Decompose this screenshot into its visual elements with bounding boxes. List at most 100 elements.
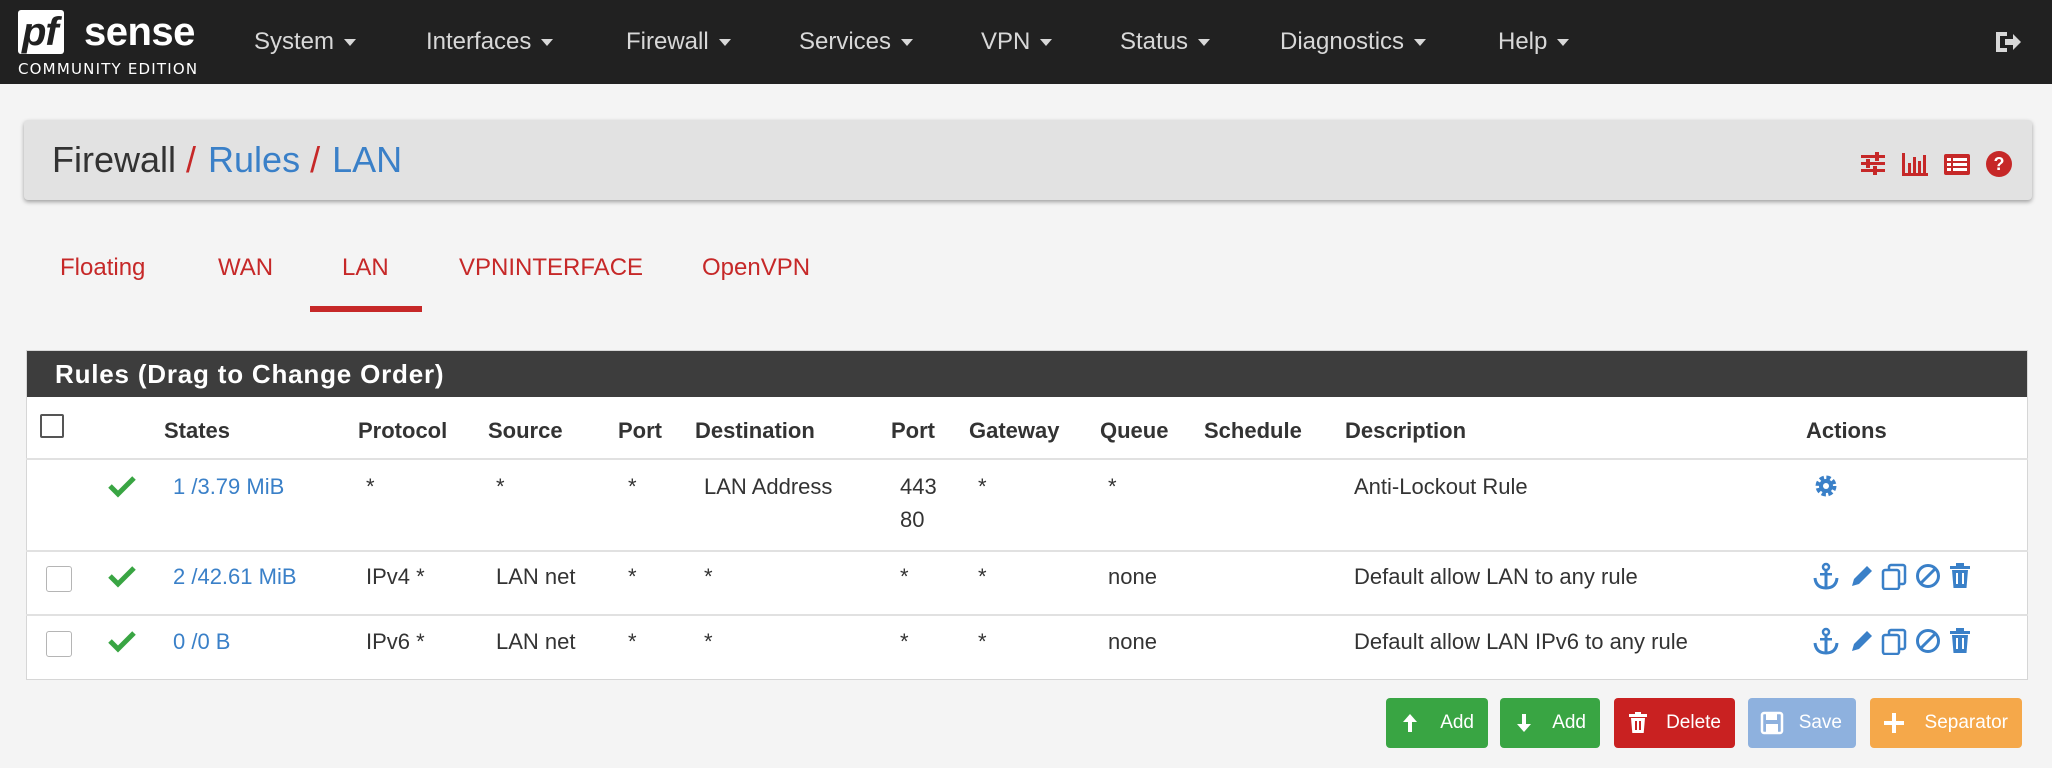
- column-header-states[interactable]: States: [164, 418, 230, 444]
- delete-button[interactable]: Delete: [1614, 698, 1735, 748]
- add-rule-bottom-button[interactable]: Add: [1500, 698, 1600, 748]
- nav-diagnostics-menu[interactable]: Diagnostics: [1280, 0, 1427, 84]
- rule-source-port: *: [628, 564, 637, 589]
- list-icon[interactable]: [1942, 146, 1972, 176]
- row-select-checkbox[interactable]: [46, 566, 72, 592]
- rule-gateway: *: [978, 474, 987, 499]
- rule-source: LAN net: [496, 629, 576, 654]
- nav-services-menu[interactable]: Services: [799, 0, 914, 84]
- rule-queue: none: [1108, 629, 1157, 654]
- ban-icon[interactable]: [1914, 562, 1942, 590]
- nav-help-label: Help: [1498, 28, 1548, 55]
- tab-wan[interactable]: WAN: [218, 254, 273, 314]
- rule-destination: LAN Address: [704, 474, 833, 499]
- separator-label: Separator: [1924, 712, 2008, 733]
- gear-icon[interactable]: [1812, 472, 1840, 500]
- nav-status-menu[interactable]: Status: [1120, 0, 1211, 84]
- top-navbar: pf sense COMMUNITY EDITION System Interf…: [0, 0, 2052, 84]
- caret-down-icon: [344, 38, 357, 46]
- nav-services-label: Services: [799, 28, 892, 55]
- anchor-icon[interactable]: [1812, 627, 1840, 655]
- pencil-icon[interactable]: [1848, 562, 1876, 590]
- logo-sense: sense: [84, 10, 195, 54]
- arrow-up-icon: [1403, 714, 1417, 732]
- copy-icon[interactable]: [1880, 562, 1908, 590]
- rule-source-port: *: [628, 629, 637, 654]
- caret-down-icon: [1557, 38, 1570, 46]
- check-icon: [108, 476, 136, 498]
- column-header-actions: Actions: [1806, 418, 1887, 443]
- rules-panel: Rules (Drag to Change Order): [26, 350, 2028, 680]
- tab-floating[interactable]: Floating: [60, 254, 145, 314]
- nav-firewall-menu[interactable]: Firewall: [626, 0, 731, 84]
- nav-system-menu[interactable]: System: [254, 0, 357, 84]
- rules-panel-heading: Rules (Drag to Change Order): [27, 351, 2027, 397]
- table-divider: [26, 614, 2028, 616]
- sign-out-icon[interactable]: [1992, 26, 2024, 58]
- rule-queue: none: [1108, 564, 1157, 589]
- column-header-protocol[interactable]: Protocol: [358, 418, 447, 444]
- separator-button[interactable]: Separator: [1870, 698, 2022, 748]
- select-all-checkbox[interactable]: [40, 414, 64, 438]
- nav-status-label: Status: [1120, 28, 1189, 55]
- tab-vpninterface[interactable]: VPNINTERFACE: [459, 254, 643, 314]
- breadcrumb-rules-link[interactable]: Rules: [208, 139, 300, 181]
- column-header-queue[interactable]: Queue: [1100, 418, 1168, 444]
- trash-icon[interactable]: [1946, 562, 1974, 590]
- table-divider: [26, 458, 2028, 460]
- table-divider: [26, 550, 2028, 552]
- add-bottom-label: Add: [1552, 712, 1586, 733]
- rule-gateway: *: [978, 629, 987, 654]
- column-header-source-port[interactable]: Port: [618, 418, 662, 444]
- svg-text:?: ?: [1994, 154, 2005, 174]
- column-header-schedule[interactable]: Schedule: [1204, 418, 1302, 444]
- column-header-destination[interactable]: Destination: [695, 418, 815, 444]
- rule-states-link[interactable]: 0 /0 B: [173, 629, 230, 655]
- ban-icon[interactable]: [1914, 627, 1942, 655]
- rule-gateway: *: [978, 564, 987, 589]
- add-rule-top-button[interactable]: Add: [1386, 698, 1488, 748]
- rule-states-link[interactable]: 1 /3.79 MiB: [173, 474, 284, 500]
- trash-icon[interactable]: [1946, 627, 1974, 655]
- nav-vpn-menu[interactable]: VPN: [981, 0, 1053, 84]
- anchor-icon[interactable]: [1812, 562, 1840, 590]
- column-header-gateway[interactable]: Gateway: [969, 418, 1060, 444]
- breadcrumb: Firewall / Rules / LAN ?: [24, 120, 2032, 200]
- breadcrumb-separator: /: [186, 139, 197, 180]
- rule-source: LAN net: [496, 564, 576, 589]
- column-header-source[interactable]: Source: [488, 418, 563, 444]
- copy-icon[interactable]: [1880, 627, 1908, 655]
- active-tab-indicator: [310, 306, 422, 312]
- pfsense-logo[interactable]: pf sense COMMUNITY EDITION: [18, 10, 208, 78]
- logo-edition: COMMUNITY EDITION: [18, 60, 199, 78]
- check-icon: [108, 566, 136, 588]
- tab-lan[interactable]: LAN: [342, 254, 389, 314]
- rule-states-link[interactable]: 2 /42.61 MiB: [173, 564, 297, 590]
- row-select-checkbox[interactable]: [46, 631, 72, 657]
- caret-down-icon: [901, 38, 914, 46]
- rule-description: Default allow LAN IPv6 to any rule: [1354, 629, 1688, 654]
- plus-icon: [1884, 713, 1904, 733]
- nav-help-menu[interactable]: Help: [1498, 0, 1570, 84]
- tab-openvpn[interactable]: OpenVPN: [702, 254, 810, 314]
- nav-diagnostics-label: Diagnostics: [1280, 28, 1405, 55]
- rule-description: Default allow LAN to any rule: [1354, 564, 1638, 589]
- bar-chart-icon[interactable]: [1900, 146, 1930, 176]
- column-header-dest-port[interactable]: Port: [891, 418, 935, 444]
- rule-source: *: [496, 474, 505, 499]
- column-header-description[interactable]: Description: [1345, 418, 1466, 444]
- save-button[interactable]: Save: [1748, 698, 1856, 748]
- sliders-icon[interactable]: [1858, 146, 1888, 176]
- rule-dest-port: 80: [900, 507, 925, 532]
- breadcrumb-lan-link[interactable]: LAN: [332, 139, 402, 181]
- caret-down-icon: [718, 38, 731, 46]
- pencil-icon[interactable]: [1848, 627, 1876, 655]
- help-icon[interactable]: ?: [1984, 146, 2014, 177]
- breadcrumb-shortcuts: ?: [1858, 146, 2014, 177]
- caret-down-icon: [1198, 38, 1211, 46]
- nav-vpn-label: VPN: [981, 28, 1031, 55]
- rule-description: Anti-Lockout Rule: [1354, 474, 1528, 499]
- nav-interfaces-menu[interactable]: Interfaces: [426, 0, 554, 84]
- caret-down-icon: [541, 38, 554, 46]
- nav-interfaces-label: Interfaces: [426, 28, 532, 55]
